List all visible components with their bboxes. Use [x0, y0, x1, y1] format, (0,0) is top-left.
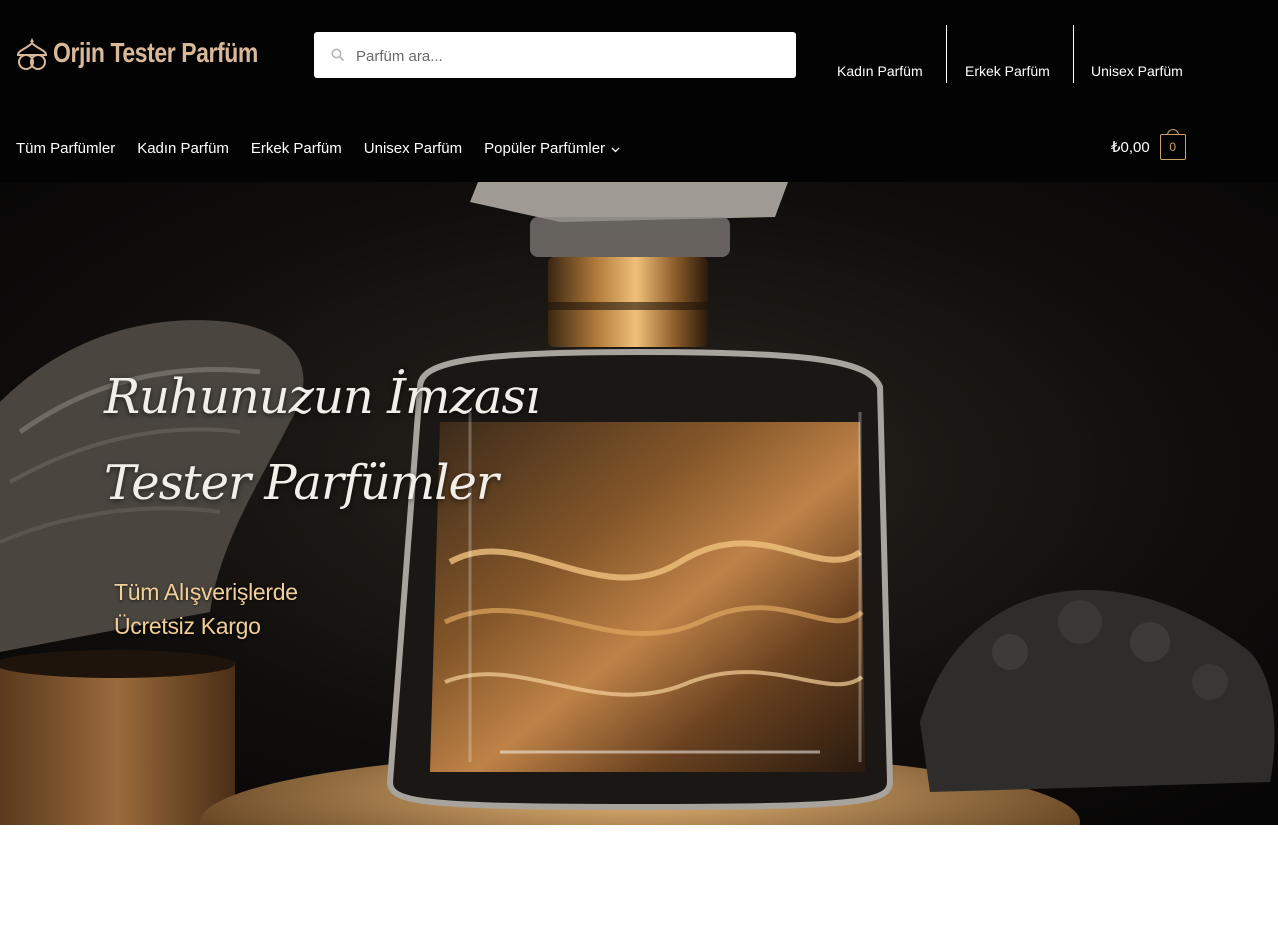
site-header: Orjin Tester Parfüm Kadın Parfüm Erkek P… — [0, 0, 1278, 182]
cart-bag-icon: 0 — [1159, 129, 1186, 160]
hero-subtext-line-2: Ücretsiz Kargo — [114, 613, 261, 639]
nav-item-label: Popüler Parfümler — [484, 140, 606, 157]
nav-item-label: Tüm Parfümler — [16, 140, 116, 157]
secondary-nav-erkek[interactable]: Erkek Parfüm — [946, 25, 1073, 83]
hero-headline-line-1: Ruhunuzun İmzası — [104, 369, 540, 425]
nav-item-popular[interactable]: Popüler Parfümler — [484, 140, 620, 157]
cart-link[interactable]: ₺0,00 0 — [1111, 129, 1186, 160]
hero-subtext-line-1: Tüm Alışverişlerde — [114, 579, 298, 605]
primary-nav: Tüm Parfümler Kadın Parfüm Erkek Parfüm … — [16, 140, 642, 157]
hero-banner: Ruhunuzun İmzası Tester Parfümler Tüm Al… — [0, 182, 1278, 825]
logo-text: Orjin Tester Parfüm — [53, 37, 258, 68]
nav-item-unisex[interactable]: Unisex Parfüm — [364, 140, 462, 157]
secondary-nav-unisex[interactable]: Unisex Parfüm — [1073, 25, 1200, 83]
nav-item-women[interactable]: Kadın Parfüm — [137, 140, 229, 157]
cart-amount: ₺0,00 — [1111, 139, 1150, 156]
nav-item-all-perfumes[interactable]: Tüm Parfümler — [16, 140, 115, 157]
search-icon — [331, 48, 345, 62]
search-box — [314, 32, 796, 80]
nav-item-label: Unisex Parfüm — [363, 140, 463, 157]
site-logo[interactable]: Orjin Tester Parfüm — [14, 35, 303, 71]
search-input[interactable] — [354, 32, 788, 80]
nav-item-label: Kadın Parfüm — [137, 140, 229, 157]
nav-item-men[interactable]: Erkek Parfüm — [251, 140, 342, 157]
hero-headline-line-2: Tester Parfümler — [104, 455, 499, 511]
cart-count: 0 — [1169, 140, 1177, 154]
secondary-nav: Kadın Parfüm Erkek Parfüm Unisex Parfüm — [820, 25, 1200, 83]
nav-item-label: Erkek Parfüm — [250, 140, 342, 157]
chevron-down-icon — [611, 147, 620, 152]
perfume-drop-logo-icon — [16, 38, 48, 70]
secondary-nav-kadin[interactable]: Kadın Parfüm — [820, 25, 946, 83]
